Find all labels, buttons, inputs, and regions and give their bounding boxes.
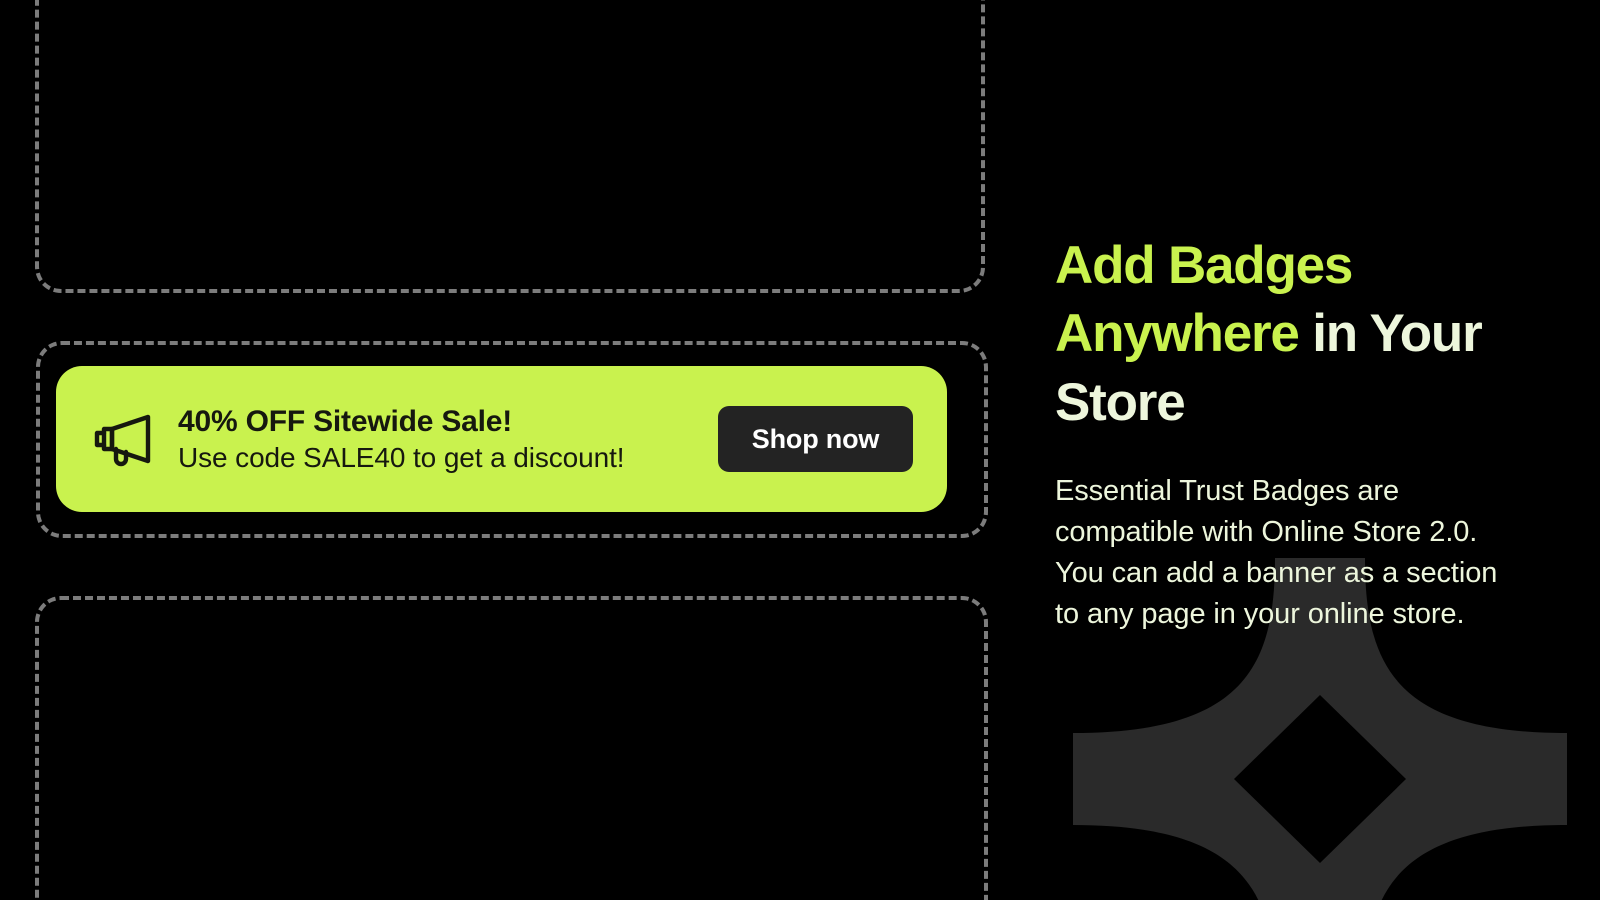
section-placeholder-bottom[interactable]: [35, 596, 988, 900]
marketing-panel: Add Badges Anywhere in Your Store Essent…: [1000, 0, 1600, 900]
megaphone-icon: [94, 414, 151, 467]
shop-now-button[interactable]: Shop now: [718, 406, 913, 472]
editor-canvas: 40% OFF Sitewide Sale! Use code SALE40 t…: [0, 0, 1000, 900]
banner-headline: 40% OFF Sitewide Sale!: [178, 404, 513, 438]
section-placeholder-top[interactable]: [35, 0, 985, 293]
panel-content: Add Badges Anywhere in Your Store Essent…: [1055, 232, 1555, 635]
promo-screen: 40% OFF Sitewide Sale! Use code SALE40 t…: [0, 0, 1600, 900]
banner-subline: Use code SALE40 to get a discount!: [178, 441, 625, 473]
announcement-banner[interactable]: 40% OFF Sitewide Sale! Use code SALE40 t…: [56, 366, 947, 512]
page-title-accent: Add Badges Anywhere: [1055, 236, 1353, 364]
page-title: Add Badges Anywhere in Your Store: [1055, 232, 1555, 437]
page-description: Essential Trust Badges are compatible wi…: [1055, 475, 1498, 631]
banner-copy: 40% OFF Sitewide Sale! Use code SALE40 t…: [178, 404, 718, 475]
